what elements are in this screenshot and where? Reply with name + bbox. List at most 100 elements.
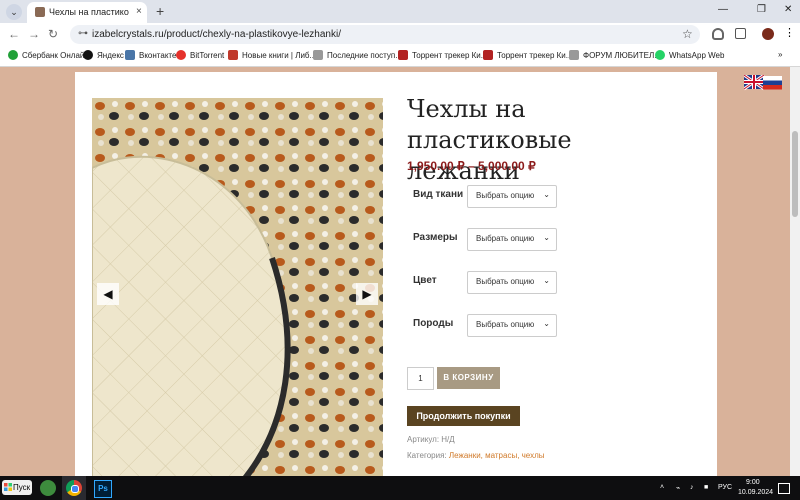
bookmark-label: ФОРУМ ЛЮБИТЕЛ... [583, 51, 661, 60]
page-scrollbar[interactable] [790, 67, 800, 476]
bookmark-torrent-1[interactable]: Торрент трекер Ки... [398, 50, 487, 60]
extensions-puzzle-icon[interactable] [735, 28, 746, 39]
bookmark-vkontakte[interactable]: Вконтакте [125, 50, 176, 60]
photoshop-icon[interactable]: Ps [94, 480, 112, 498]
color-select[interactable]: Выбрать опцию ⌄ [467, 271, 557, 294]
page-icon [569, 50, 579, 60]
sku-value: Н/Д [441, 435, 455, 444]
bookmark-label: Вконтакте [139, 51, 177, 60]
bookmark-latest[interactable]: Последние поступ... [313, 50, 402, 60]
library-icon [228, 50, 238, 60]
category-link[interactable]: Лежанки, матрасы, чехлы [449, 451, 545, 460]
gallery-next-button[interactable]: ▶ [356, 283, 378, 305]
minimize-button[interactable]: — [718, 4, 728, 15]
windows-taskbar: Пуск Ps ˄ ⌁ ♪ ■ РУС 9:00 10.09.2024 [0, 476, 800, 500]
new-tab-button[interactable]: + [156, 3, 164, 19]
product-price: 1,950.00 ₽ – 5,000.00 ₽ [407, 159, 536, 173]
clock-time[interactable]: 9:00 [746, 479, 760, 486]
yandex-icon [83, 50, 93, 60]
category-line: Категория: Лежанки, матрасы, чехлы [407, 451, 545, 460]
browser-toolbar: ← → ↻ ⊶ izabelcrystals.ru/product/chexly… [0, 23, 800, 46]
windows-logo-icon [4, 483, 12, 491]
bookmark-label: BitTorrent [190, 51, 225, 60]
vk-icon [125, 50, 135, 60]
bookmark-sberbank[interactable]: Сбербанк Онлайн [8, 50, 89, 60]
bookmark-star-icon[interactable]: ☆ [682, 27, 693, 41]
bookmark-label: Новые книги | Либ... [242, 51, 317, 60]
reload-button[interactable]: ↻ [48, 27, 58, 41]
sku-label: Артикул: [407, 435, 440, 444]
tray-arrow-icon[interactable]: ˄ [660, 484, 664, 491]
chevron-down-icon: ⌄ [543, 319, 550, 328]
language-indicator[interactable]: РУС [718, 484, 732, 491]
page-background: ◀ ▶ Чехлы на пластиковые лежанки 1,950.0… [0, 67, 800, 482]
continue-shopping-button[interactable]: Продолжить покупки [407, 406, 520, 426]
option-label-breed: Породы [413, 318, 454, 329]
chrome-taskbar-item[interactable] [62, 476, 86, 500]
bookmark-label: Торрент трекер Ки... [412, 51, 488, 60]
start-button[interactable]: Пуск [2, 480, 32, 495]
tray-network-icon[interactable]: ⌁ [676, 484, 680, 492]
bookmarks-more-button[interactable]: » [778, 50, 782, 59]
gallery-prev-button[interactable]: ◀ [97, 283, 119, 305]
menu-kebab-icon[interactable]: ⋮ [784, 26, 796, 39]
quantity-input[interactable]: 1 [407, 367, 434, 390]
fabric-select[interactable]: Выбрать опцию ⌄ [467, 185, 557, 208]
option-label-size: Размеры [413, 232, 458, 243]
torrent-k-icon [398, 50, 408, 60]
chevron-down-icon: ⌄ [543, 276, 550, 285]
select-value: Выбрать опцию [476, 234, 535, 243]
option-label-color: Цвет [413, 275, 437, 286]
bookmark-whatsapp[interactable]: WhatsApp Web [655, 50, 724, 60]
language-flags [743, 73, 782, 91]
tab-title: Чехлы на пластиковые лежан [49, 7, 129, 17]
forward-button[interactable]: → [28, 27, 40, 41]
tab-close-icon[interactable]: × [136, 6, 142, 17]
bookmarks-bar: Сбербанк Онлайн Яндекс Вконтакте BitTorr… [0, 46, 800, 67]
scrollbar-thumb[interactable] [792, 131, 798, 217]
bookmark-yandex[interactable]: Яндекс [83, 50, 124, 60]
bookmark-new-books[interactable]: Новые книги | Либ... [228, 50, 316, 60]
breed-select[interactable]: Выбрать опцию ⌄ [467, 314, 557, 337]
active-tab[interactable]: Чехлы на пластиковые лежан × [27, 2, 147, 23]
category-label: Категория: [407, 451, 447, 460]
bookmark-bittorrent[interactable]: BitTorrent [176, 50, 224, 60]
browser-tab-bar: ⌄ Чехлы на пластиковые лежан × + — ❐ ✕ [0, 0, 800, 23]
sku-line: Артикул: Н/Д [407, 435, 455, 444]
tab-search-button[interactable]: ⌄ [6, 4, 22, 20]
bittorrent-icon [176, 50, 186, 60]
notifications-icon[interactable] [778, 483, 790, 494]
russia-flag-icon[interactable] [763, 76, 782, 90]
shield-extension-icon[interactable] [712, 28, 724, 40]
product-title: Чехлы на пластиковые лежанки [407, 95, 572, 185]
maximize-button[interactable]: ❐ [757, 4, 766, 15]
torrent-app-icon[interactable] [40, 480, 56, 496]
select-value: Выбрать опцию [476, 191, 535, 200]
site-info-icon[interactable]: ⊶ [78, 28, 88, 39]
add-to-cart-button[interactable]: В КОРЗИНУ [437, 367, 500, 389]
option-label-fabric: Вид ткани [413, 189, 464, 200]
chevron-down-icon: ⌄ [543, 233, 550, 242]
select-value: Выбрать опцию [476, 277, 535, 286]
back-button[interactable]: ← [8, 27, 20, 41]
bookmark-forum[interactable]: ФОРУМ ЛЮБИТЕЛ... [569, 50, 661, 60]
tray-app-icon[interactable]: ■ [704, 484, 708, 491]
bookmark-torrent-2[interactable]: Торрент трекер Ки... [483, 50, 572, 60]
address-bar[interactable]: ⊶ izabelcrystals.ru/product/chexly-na-pl… [70, 25, 700, 44]
chevron-down-icon: ⌄ [543, 190, 550, 199]
whatsapp-icon [655, 50, 665, 60]
bookmark-label: Торрент трекер Ки... [497, 51, 573, 60]
bookmark-label: Последние поступ... [327, 51, 402, 60]
close-window-button[interactable]: ✕ [784, 4, 792, 15]
clock-date[interactable]: 10.09.2024 [738, 489, 773, 496]
bookmark-label: WhatsApp Web [669, 51, 725, 60]
sberbank-icon [8, 50, 18, 60]
tray-volume-icon[interactable]: ♪ [690, 484, 694, 491]
uk-flag-icon[interactable] [743, 73, 765, 91]
size-select[interactable]: Выбрать опцию ⌄ [467, 228, 557, 251]
product-card: ◀ ▶ Чехлы на пластиковые лежанки 1,950.0… [75, 72, 717, 482]
page-icon [313, 50, 323, 60]
product-photo [92, 98, 383, 482]
url-text[interactable]: izabelcrystals.ru/product/chexly-na-plas… [92, 29, 341, 40]
profile-avatar[interactable] [762, 28, 774, 40]
